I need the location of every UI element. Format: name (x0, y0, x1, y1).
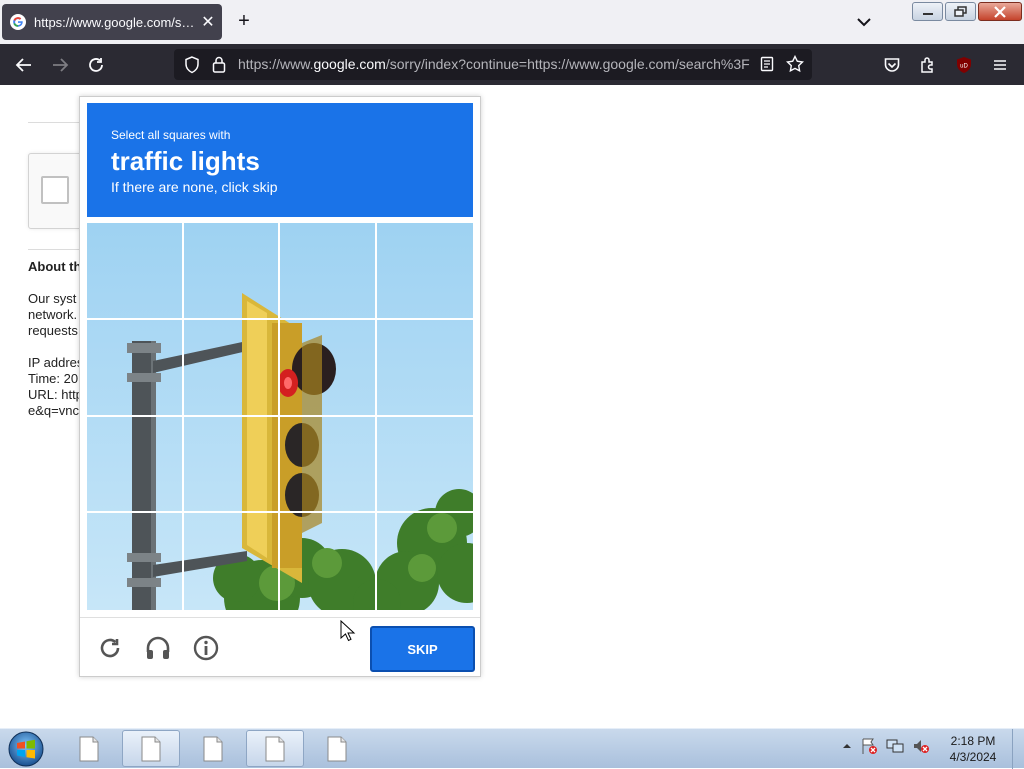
tab-bar: https://www.google.com/search?q=vnc ✕ + (0, 0, 1024, 44)
google-g-icon (10, 14, 26, 30)
show-hidden-icons-icon[interactable] (842, 741, 852, 751)
document-icon (327, 736, 347, 761)
browser-tab[interactable]: https://www.google.com/search?q=vnc ✕ (2, 4, 222, 40)
document-icon (79, 736, 99, 761)
challenge-target: traffic lights (111, 146, 260, 176)
grid-tile-4-4[interactable] (377, 513, 474, 610)
close-window-button[interactable] (978, 2, 1022, 21)
navigation-toolbar: https://www.google.com/sorry/index?conti… (0, 44, 1024, 85)
grid-tile-3-3[interactable] (280, 416, 377, 514)
menu-icon (994, 60, 1006, 70)
close-tab-icon[interactable]: ✕ (196, 12, 220, 32)
grid-tile-3-1[interactable] (87, 416, 184, 514)
ublock-origin-button[interactable]: uD (951, 52, 977, 78)
grid-tile-1-1[interactable] (87, 223, 184, 320)
minimize-icon (922, 12, 933, 15)
challenge-image-grid (87, 223, 473, 610)
grid-tile-1-2[interactable] (183, 223, 280, 320)
forward-button[interactable] (47, 52, 73, 78)
reload-icon[interactable] (96, 634, 124, 662)
grid-tile-1-3[interactable] (280, 223, 377, 320)
document-icon (203, 736, 223, 761)
url-text: https://www.google.com/sorry/index?conti… (238, 56, 750, 72)
restore-icon (953, 5, 967, 17)
reload-button[interactable] (83, 52, 109, 78)
instruction-subtext: If there are none, click skip (111, 179, 278, 195)
new-tab-icon[interactable]: + (232, 10, 256, 34)
tile-grid (87, 223, 473, 610)
recaptcha-checkbox[interactable] (41, 176, 69, 204)
restore-window-button[interactable] (945, 2, 976, 21)
system-tray (842, 737, 930, 755)
document-icon (265, 736, 285, 761)
start-button[interactable] (4, 729, 48, 769)
taskbar-item[interactable] (246, 730, 304, 767)
recaptcha-challenge-dialog: Select all squares with traffic lights I… (79, 96, 481, 677)
action-center-flag-icon[interactable] (860, 737, 878, 755)
grid-tile-3-2[interactable] (183, 416, 280, 514)
reader-view-icon[interactable] (760, 56, 774, 72)
grid-tile-4-1[interactable] (87, 513, 184, 610)
pocket-icon (884, 58, 900, 72)
chevron-down-icon[interactable] (852, 10, 876, 34)
audio-headphones-icon[interactable] (144, 634, 172, 662)
grid-tile-4-3[interactable] (280, 513, 377, 610)
grid-tile-1-4[interactable] (376, 223, 473, 320)
ublock-origin-icon: uD (957, 57, 971, 73)
back-arrow-icon (15, 58, 31, 72)
info-icon[interactable] (192, 634, 220, 662)
taskbar-item[interactable] (60, 730, 118, 767)
lock-icon[interactable] (212, 56, 226, 73)
grid-tile-2-1[interactable] (87, 319, 184, 417)
svg-text:uD: uD (960, 64, 968, 70)
grid-tile-4-2[interactable] (184, 513, 280, 610)
forward-arrow-icon (53, 58, 69, 72)
volume-muted-icon[interactable] (912, 737, 930, 755)
taskbar-item[interactable] (122, 730, 180, 767)
window-controls (912, 2, 1022, 21)
clock-time: 2:18 PM (950, 734, 996, 748)
grid-tile-3-4[interactable] (376, 417, 473, 514)
taskbar-item[interactable] (184, 730, 242, 767)
extensions-icon (921, 57, 933, 73)
shield-icon[interactable] (184, 56, 200, 74)
system-clock[interactable]: 2:18 PM 4/3/2024 (938, 733, 1008, 765)
document-icon (141, 736, 161, 761)
taskbar-item[interactable] (308, 730, 366, 767)
grid-tile-2-2[interactable] (183, 319, 280, 417)
show-desktop-button[interactable] (1012, 729, 1024, 769)
network-icon[interactable] (886, 737, 904, 755)
clock-date: 4/3/2024 (949, 750, 997, 764)
app-menu-button[interactable] (987, 52, 1013, 78)
pocket-button[interactable] (879, 52, 905, 78)
minimize-window-button[interactable] (912, 2, 943, 21)
tab-title: https://www.google.com/search?q=vnc (34, 14, 196, 30)
url-bar[interactable]: https://www.google.com/sorry/index?conti… (174, 49, 812, 80)
challenge-header: Select all squares with traffic lights I… (87, 103, 473, 217)
grid-tile-2-3[interactable] (280, 319, 377, 417)
challenge-footer: SKIP (80, 617, 480, 677)
instruction-text: Select all squares with (111, 128, 231, 142)
reload-icon (89, 58, 103, 72)
bookmark-star-icon[interactable] (786, 55, 804, 73)
extensions-button[interactable] (915, 52, 941, 78)
windows-taskbar: 2:18 PM 4/3/2024 (0, 728, 1024, 769)
grid-tile-2-4[interactable] (376, 320, 473, 417)
page-content: About th Our syst network. requests IP a… (0, 85, 1024, 728)
skip-button[interactable]: SKIP (370, 626, 475, 672)
mouse-cursor-icon (340, 620, 356, 642)
back-button[interactable] (11, 52, 37, 78)
close-icon (994, 5, 1006, 18)
